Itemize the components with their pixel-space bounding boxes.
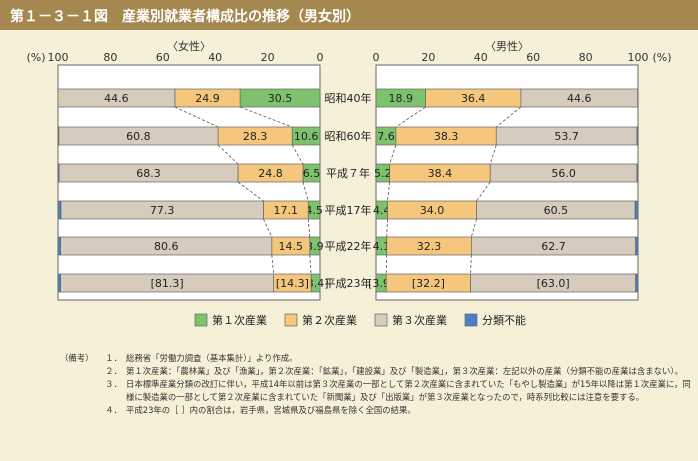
notes-head: （備考）: [60, 353, 94, 363]
category-label: 昭和40年: [325, 91, 372, 105]
note-row-1: （備考） １． 総務省「労働力調査（基本集計）」より作成。: [60, 352, 692, 365]
legend-label: 第１次産業: [212, 313, 267, 327]
note-text: 平成23年の［ ］内の割合は，岩手県，宮城県及び福島県を除く全国の結果。: [126, 405, 416, 415]
title-bar: 第１－３－１図 産業別就業者構成比の推移（男女別）: [0, 0, 698, 30]
chart: 〈女性〉 〈男性〉100 80 60 40 20 0 0 20 40 60 80 100(%) (%)30…: [26, 39, 671, 327]
note-number: ４．: [105, 405, 122, 415]
note-row-2: ２． 第１次産業：「農林業」及び「漁業」，第２次産業：「鉱業」，「建設業」及び「…: [60, 365, 692, 378]
female-data-label: 24.9: [195, 92, 220, 105]
category-label: 平成17年: [325, 203, 372, 217]
male-label: 〈男性〉: [485, 39, 529, 53]
male-tick-label: 80: [579, 51, 593, 64]
male-data-label: 38.3: [434, 130, 459, 143]
female-bar-segment: [57, 163, 60, 183]
female-data-label: 6.5: [303, 167, 321, 180]
female-tick-label: 0: [317, 51, 324, 64]
male-tick-label: 100: [628, 51, 649, 64]
legend-label: 第２次産業: [302, 313, 357, 327]
female-data-label: 28.3: [243, 130, 268, 143]
female-data-label: 68.3: [136, 167, 161, 180]
category-label: 平成22年: [325, 239, 372, 253]
female-tick-label: 20: [261, 51, 275, 64]
percent-unit-label: (%): [26, 51, 45, 64]
category-label: 平成７年: [326, 166, 370, 180]
female-tick-label: 40: [208, 51, 222, 64]
category-label: 昭和60年: [325, 129, 372, 143]
male-tick-label: 40: [474, 51, 488, 64]
female-bar-segment: [57, 273, 61, 293]
female-tick-label: 60: [156, 51, 170, 64]
note-number: ３．: [105, 379, 122, 389]
female-data-label: 60.8: [126, 130, 151, 143]
male-data-label: 34.0: [420, 204, 445, 217]
female-data-label: 17.1: [274, 204, 299, 217]
male-data-label: 32.3: [417, 240, 442, 253]
female-tick-label: 80: [103, 51, 117, 64]
note-text: 第１次産業：「農林業」及び「漁業」，第２次産業：「鉱業」，「建設業」及び「製造業…: [126, 366, 683, 376]
male-data-label: 60.5: [544, 204, 569, 217]
legend-label: 分類不能: [482, 313, 526, 327]
male-data-label: 7.6: [377, 130, 395, 143]
male-bar-segment: [636, 126, 639, 146]
legend-swatch: [194, 313, 208, 327]
legend-label: 第３次産業: [392, 313, 447, 327]
male-data-label: [32.2]: [412, 277, 445, 290]
female-data-label: 80.6: [154, 240, 179, 253]
male-tick-label: 20: [421, 51, 435, 64]
female-bar-segment: [57, 200, 62, 220]
percent-unit-label: (%): [652, 51, 671, 64]
female-data-label: 24.8: [258, 167, 283, 180]
female-data-label: 30.5: [268, 92, 293, 105]
male-data-label: 18.9: [389, 92, 414, 105]
male-data-label: 38.4: [428, 167, 453, 180]
male-data-label: 5.2: [374, 167, 392, 180]
female-data-label: [14.3]: [276, 277, 309, 290]
male-bar-segment: [635, 236, 639, 256]
note-number: １．: [105, 353, 122, 363]
male-data-label: 36.4: [461, 92, 486, 105]
note-text: 日本標準産業分類の改訂に伴い，平成14年以前は第３次産業の一部として第２次産業に…: [126, 379, 691, 402]
note-row-3: ３． 日本標準産業分類の改訂に伴い，平成14年以前は第３次産業の一部として第２次…: [60, 378, 692, 404]
male-bar-segment: [634, 200, 639, 220]
male-data-label: 56.0: [551, 167, 576, 180]
female-data-label: [81.3]: [151, 277, 184, 290]
male-tick-label: 60: [526, 51, 540, 64]
female-data-label: 44.6: [104, 92, 129, 105]
female-bar-segment: [57, 236, 61, 256]
male-data-label: 44.6: [567, 92, 592, 105]
male-data-label: [63.0]: [537, 277, 570, 290]
legend-swatch: [464, 313, 478, 327]
female-data-label: 14.5: [279, 240, 304, 253]
note-row-4: ４． 平成23年の［ ］内の割合は，岩手県，宮城県及び福島県を除く全国の結果。: [60, 404, 692, 417]
male-data-label: 53.7: [554, 130, 579, 143]
note-text: 総務省「労働力調査（基本集計）」より作成。: [126, 353, 298, 363]
chart-title: 第１－３－１図 産業別就業者構成比の推移（男女別）: [10, 9, 360, 25]
female-tick-label: 100: [48, 51, 69, 64]
female-data-label: 10.6: [294, 130, 319, 143]
male-bar-segment: [636, 163, 639, 183]
notes: （備考） １． 総務省「労働力調査（基本集計）」より作成。 ２． 第１次産業：「…: [60, 352, 692, 417]
female-bar-segment: [57, 126, 60, 146]
female-label: 〈女性〉: [167, 39, 211, 53]
male-data-label: 62.7: [541, 240, 566, 253]
legend-swatch: [374, 313, 388, 327]
male-bar-segment: [635, 273, 639, 293]
note-number: ２．: [105, 366, 122, 376]
female-data-label: 77.3: [150, 204, 175, 217]
category-label: 平成23年: [325, 276, 372, 290]
male-tick-label: 0: [373, 51, 380, 64]
legend-swatch: [284, 313, 298, 327]
